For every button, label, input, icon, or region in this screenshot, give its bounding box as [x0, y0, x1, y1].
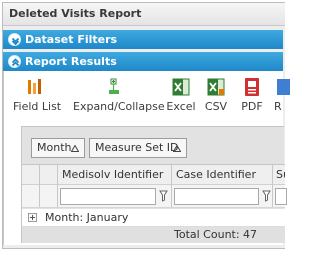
total-count: Total Count: 47 — [174, 228, 258, 241]
expand-collapse-button[interactable]: Expand/Collapse — [73, 77, 165, 113]
pdf-icon — [245, 78, 259, 96]
total-row: Total Count: 47 — [22, 227, 285, 243]
group-row-label: Month: January — [45, 211, 129, 224]
report-title: Deleted Visits Report — [3, 3, 285, 26]
filter-input-medisolv[interactable] — [60, 188, 156, 205]
dataset-filters-label: Dataset Filters — [25, 33, 118, 46]
collapse-up-icon[interactable] — [8, 55, 21, 68]
group-chip-measure-set[interactable]: Measure Set ID — [89, 138, 187, 158]
csv-label: CSV — [204, 100, 228, 113]
filter-cell-medisolv — [58, 185, 172, 207]
filter-icon[interactable] — [159, 190, 168, 202]
pdf-button[interactable]: PDF — [239, 77, 265, 113]
filter-input-case[interactable] — [174, 188, 259, 205]
excel-button[interactable]: Excel — [166, 77, 196, 113]
r-export-icon — [277, 79, 290, 95]
header-blank-1 — [22, 165, 40, 185]
expand-plus-icon[interactable] — [28, 213, 37, 222]
column-header-medisolv[interactable]: Medisolv Identifier — [58, 165, 172, 185]
excel-icon — [172, 78, 190, 96]
report-results-bar[interactable]: Report Results — [3, 52, 283, 71]
group-chip-measure-set-label: Measure Set ID — [95, 141, 179, 154]
report-results-body: Field List Expand/Collapse Excel CSV PDF… — [3, 71, 290, 245]
report-results-label: Report Results — [25, 55, 117, 68]
field-list-button[interactable]: Field List — [13, 77, 62, 113]
sort-up-icon — [71, 145, 79, 152]
filter-row — [22, 185, 287, 208]
column-header-row: Medisolv Identifier Case Identifier Su — [22, 164, 285, 185]
filter-blank-2 — [40, 185, 58, 207]
expand-down-icon[interactable] — [8, 33, 21, 46]
field-list-label: Field List — [13, 100, 62, 113]
pdf-label: PDF — [241, 100, 263, 113]
column-header-su[interactable]: Su — [273, 165, 285, 185]
r-button[interactable]: R — [274, 77, 290, 113]
r-label: R — [274, 100, 282, 113]
expand-collapse-label: Expand/Collapse — [73, 100, 165, 113]
filter-cell-case — [172, 185, 273, 207]
expand-collapse-icon — [109, 78, 119, 94]
header-blank-2 — [40, 165, 58, 185]
csv-button[interactable]: CSV — [202, 77, 230, 113]
dataset-filters-bar[interactable]: Dataset Filters — [3, 30, 283, 49]
csv-icon — [207, 78, 225, 96]
sort-up-icon — [173, 145, 181, 152]
group-row-month[interactable]: Month: January — [22, 209, 285, 227]
column-header-case[interactable]: Case Identifier — [172, 165, 273, 185]
pivot-grid: Month Measure Set ID Medisolv Identifier… — [21, 126, 287, 243]
filter-input-su[interactable] — [275, 188, 287, 205]
group-chip-month-label: Month — [37, 141, 72, 154]
filter-cell-su — [273, 185, 287, 207]
group-chip-month[interactable]: Month — [31, 138, 85, 158]
filter-blank-1 — [22, 185, 40, 207]
filter-icon[interactable] — [262, 190, 271, 202]
field-list-icon — [28, 79, 41, 94]
excel-label: Excel — [166, 100, 196, 113]
